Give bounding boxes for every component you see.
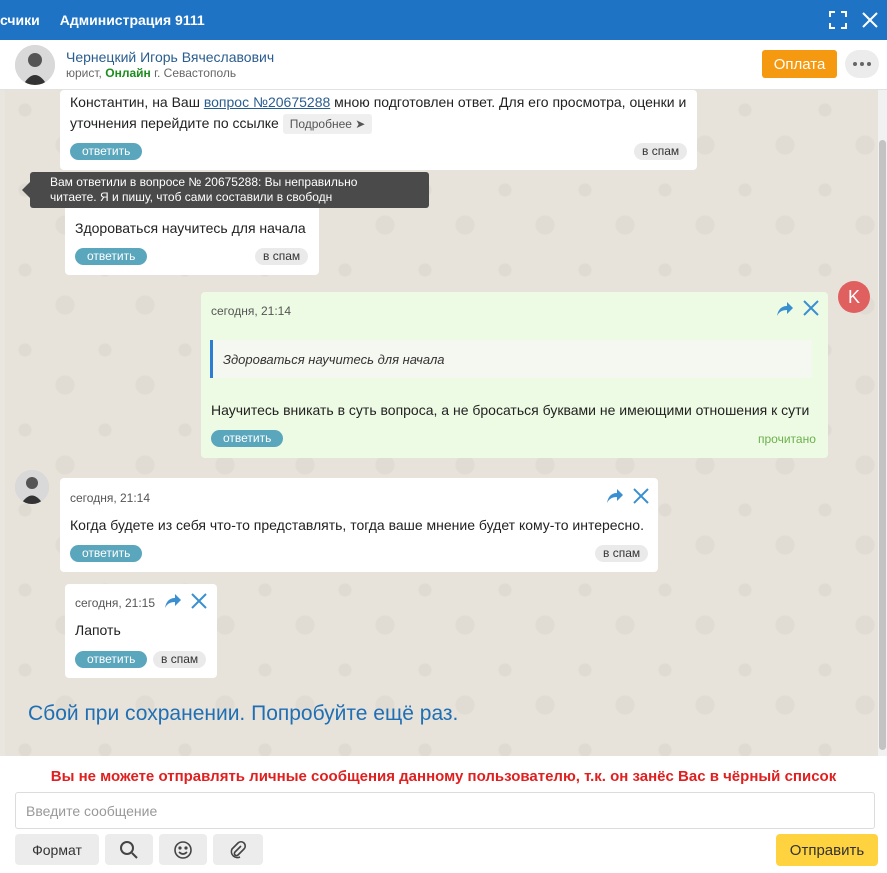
scrollbar-thumb[interactable] [879, 140, 886, 750]
reply-button[interactable]: ответить [75, 651, 148, 668]
chat-scrollbar[interactable] [878, 90, 887, 756]
quoted-message: Здороваться научитесь для начала [210, 340, 812, 378]
message-bubble-outgoing: сегодня, 21:14 Здороваться научитесь для… [201, 292, 828, 458]
avatar[interactable] [15, 45, 55, 85]
question-link[interactable]: вопрос №20675288 [204, 94, 330, 110]
message-text: Лапоть [75, 622, 121, 638]
more-button[interactable]: Подробнее ➤ [282, 114, 373, 134]
forward-icon[interactable] [164, 593, 182, 612]
message-text: Константин, на Ваш вопрос №20675288 мною… [70, 92, 695, 134]
more-options-button[interactable] [845, 50, 879, 78]
forward-icon[interactable] [606, 488, 624, 507]
close-icon[interactable] [633, 488, 649, 507]
message-bubble-incoming: сегодня, 21:14 Когда будете из себя что-… [60, 478, 658, 572]
tab-administration[interactable]: Администрация 9111 [60, 12, 205, 28]
tooltip-line: читаете. Я и пишу, чтоб сами составили в… [50, 190, 333, 204]
reply-button[interactable]: ответить [70, 143, 143, 160]
message-time: сегодня, 21:15 [75, 596, 156, 610]
avatar[interactable] [15, 470, 49, 504]
dot-icon [867, 62, 871, 66]
format-button[interactable]: Формат [15, 834, 99, 865]
reply-button[interactable]: ответить [211, 430, 284, 447]
message-bubble-incoming: Здороваться научитесь для начала ответит… [65, 200, 319, 275]
close-icon[interactable] [803, 300, 819, 319]
avatar[interactable]: K [838, 281, 870, 313]
tab-partial[interactable]: счики [0, 12, 40, 28]
close-icon[interactable] [191, 593, 207, 612]
user-city: г. Севастополь [154, 66, 237, 80]
search-icon [120, 840, 138, 859]
emoji-button[interactable] [159, 834, 207, 865]
dot-icon [853, 62, 857, 66]
send-button[interactable]: Отправить [776, 834, 878, 866]
blacklist-notice: Вы не можете отправлять личные сообщения… [50, 768, 837, 785]
tooltip-line: Вам ответили в вопросе № 20675288: Вы не… [50, 175, 358, 189]
spam-button[interactable]: в спам [255, 248, 309, 265]
paperclip-icon [230, 840, 247, 858]
message-text-part: Константин, на Ваш [70, 94, 204, 110]
spam-button[interactable]: в спам [153, 651, 207, 668]
search-button[interactable] [105, 834, 153, 865]
user-role: юрист, [66, 66, 102, 80]
forward-icon[interactable] [776, 301, 794, 320]
dot-icon [860, 62, 864, 66]
close-icon[interactable] [861, 11, 879, 29]
message-time: сегодня, 21:14 [211, 304, 292, 318]
attach-button[interactable] [213, 834, 263, 865]
save-error-message: Сбой при сохранении. Попробуйте ещё раз. [28, 702, 459, 725]
smile-icon [174, 840, 192, 859]
read-status: прочитано [758, 432, 816, 446]
chat-header: Чернецкий Игорь Вячеславович юрист, Онла… [0, 40, 887, 90]
message-bubble-answer-notice: Константин, на Ваш вопрос №20675288 мною… [60, 90, 697, 170]
notification-tooltip: Вам ответили в вопросе № 20675288: Вы не… [22, 172, 429, 208]
message-text: Когда будете из себя что-то представлять… [70, 517, 644, 533]
user-name[interactable]: Чернецкий Игорь Вячеславович [66, 49, 274, 65]
reply-button[interactable]: ответить [70, 545, 143, 562]
message-time: сегодня, 21:14 [70, 491, 151, 505]
user-status: юрист, Онлайн г. Севастополь [66, 66, 236, 80]
pay-button[interactable]: Оплата [762, 50, 837, 78]
spam-button[interactable]: в спам [634, 143, 688, 160]
fullscreen-icon[interactable] [829, 11, 847, 29]
window-titlebar: счики Администрация 9111 [0, 0, 887, 40]
window-controls [829, 0, 879, 40]
spam-button[interactable]: в спам [595, 545, 649, 562]
reply-button[interactable]: ответить [75, 248, 148, 265]
message-bubble-incoming: сегодня, 21:15 Лапоть ответить в спам [65, 584, 217, 678]
message-text: Научитесь вникать в суть вопроса, а не б… [211, 402, 810, 418]
message-text: Здороваться научитесь для начала [75, 220, 306, 236]
online-status: Онлайн [105, 66, 151, 80]
message-input[interactable] [15, 792, 875, 829]
